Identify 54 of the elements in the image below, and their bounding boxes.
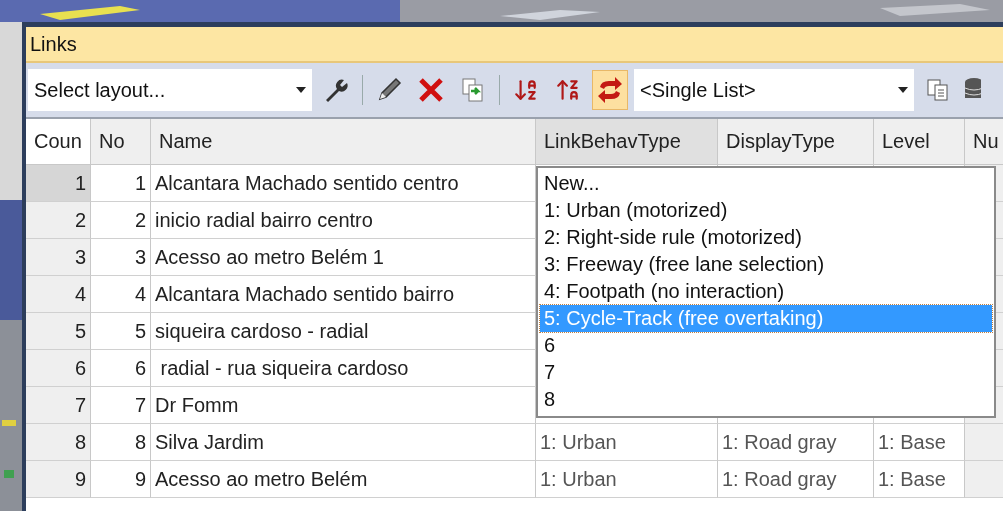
table-cell: Dr Fomm [151, 387, 536, 424]
table-cell: radial - rua siqueira cardoso [151, 350, 536, 387]
row-header[interactable]: 1 [26, 165, 91, 202]
column-header[interactable]: Coun [26, 119, 91, 165]
column-header[interactable]: Level [874, 119, 965, 165]
column-header[interactable]: No [91, 119, 151, 165]
row-header[interactable]: 9 [26, 461, 91, 498]
row-header[interactable]: 6 [26, 350, 91, 387]
table-cell: 1: Urban [536, 424, 718, 461]
row-header[interactable]: 8 [26, 424, 91, 461]
panel-title: Links [26, 27, 1003, 63]
row-header[interactable]: 4 [26, 276, 91, 313]
table-cell: 2 [91, 202, 151, 239]
table-cell: 1 [91, 165, 151, 202]
dropdown-option[interactable]: 4: Footpath (no interaction) [540, 278, 992, 305]
table-cell: 8 [91, 424, 151, 461]
table-cell: Alcantara Machado sentido bairro [151, 276, 536, 313]
dropdown-option[interactable]: 1: Urban (motorized) [540, 197, 992, 224]
dropdown-caret-icon[interactable] [898, 87, 908, 93]
table-cell: 6 [91, 350, 151, 387]
table-cell: 1: Urban [536, 461, 718, 498]
row-header[interactable]: 3 [26, 239, 91, 276]
dropdown-option[interactable]: New... [540, 170, 992, 197]
table-cell: 7 [91, 387, 151, 424]
table-cell: 1: Base [874, 461, 965, 498]
row-header[interactable]: 2 [26, 202, 91, 239]
table-cell: Alcantara Machado sentido centro [151, 165, 536, 202]
list-select[interactable]: <Single List> [634, 69, 914, 111]
column-header[interactable]: Name [151, 119, 536, 165]
column-header[interactable]: Nu [965, 119, 1003, 165]
dropdown-option[interactable]: 6 [540, 332, 992, 359]
dropdown-option[interactable]: 7 [540, 359, 992, 386]
table-cell: inicio radial bairro centro [151, 202, 536, 239]
column-header[interactable]: LinkBehavType [536, 119, 718, 165]
table-cell: Acesso ao metro Belém [151, 461, 536, 498]
swap-arrows-icon[interactable] [592, 70, 628, 110]
table-cell: 5 [91, 313, 151, 350]
table-cell: 9 [91, 461, 151, 498]
row-header[interactable]: 5 [26, 313, 91, 350]
table-cell: 1: Road gray [718, 461, 874, 498]
dropdown-option[interactable]: 8 [540, 386, 992, 413]
column-header[interactable]: DisplayType [718, 119, 874, 165]
table-cell: 3 [91, 239, 151, 276]
dropdown-caret-icon[interactable] [296, 87, 306, 93]
layout-select[interactable]: Select layout... [28, 69, 312, 111]
table-cell: Silva Jardim [151, 424, 536, 461]
dropdown-option[interactable]: 3: Freeway (free lane selection) [540, 251, 992, 278]
table-cell: 1: Road gray [718, 424, 874, 461]
dropdown-option[interactable]: 2: Right-side rule (motorized) [540, 224, 992, 251]
table-cell: Acesso ao metro Belém 1 [151, 239, 536, 276]
table-cell: siqueira cardoso - radial [151, 313, 536, 350]
table-cell: 1: Base [874, 424, 965, 461]
table-cell: 4 [91, 276, 151, 313]
row-header[interactable]: 7 [26, 387, 91, 424]
